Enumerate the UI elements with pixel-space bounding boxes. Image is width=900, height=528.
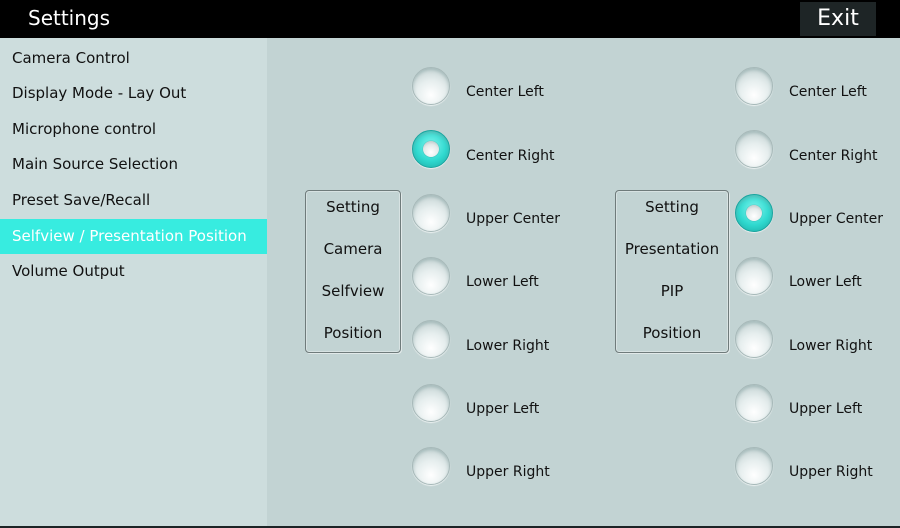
selfview-label-lower-left[interactable]: Lower Left [466, 274, 539, 290]
exit-button[interactable]: Exit [800, 2, 876, 36]
presentation-radio-upper-right[interactable] [735, 447, 773, 485]
presentation-radio-upper-left[interactable] [735, 384, 773, 422]
title-bar: Settings Exit [0, 0, 900, 38]
presentation-box-line: Setting [645, 198, 699, 216]
sidebar-item-microphone-control[interactable]: Microphone control [0, 112, 267, 147]
selfview-radio-center-left[interactable] [412, 67, 450, 105]
selfview-radio-lower-right[interactable] [412, 320, 450, 358]
page-title: Settings [28, 6, 111, 30]
presentation-radio-lower-left[interactable] [735, 257, 773, 295]
selfview-setting-box: Setting Camera Selfview Position [305, 190, 401, 353]
sidebar: Camera Control Display Mode - Lay Out Mi… [0, 38, 267, 526]
selfview-radio-upper-right[interactable] [412, 447, 450, 485]
sidebar-item-display-mode[interactable]: Display Mode - Lay Out [0, 76, 267, 111]
selfview-label-lower-right[interactable]: Lower Right [466, 338, 549, 354]
sidebar-item-main-source-selection[interactable]: Main Source Selection [0, 147, 267, 182]
presentation-label-upper-right[interactable]: Upper Right [789, 464, 873, 480]
sidebar-item-volume-output[interactable]: Volume Output [0, 254, 267, 289]
selfview-box-line: Selfview [321, 282, 385, 300]
selfview-radio-lower-left[interactable] [412, 257, 450, 295]
presentation-radio-center-right[interactable] [735, 130, 773, 168]
presentation-radio-upper-center[interactable] [735, 194, 773, 232]
main-panel: Setting Camera Selfview Position Setting… [267, 38, 900, 526]
presentation-radio-lower-right[interactable] [735, 320, 773, 358]
presentation-label-center-left[interactable]: Center Left [789, 84, 867, 100]
selfview-label-upper-center[interactable]: Upper Center [466, 211, 560, 227]
selfview-radio-upper-center[interactable] [412, 194, 450, 232]
selfview-box-line: Camera [323, 240, 383, 258]
presentation-label-upper-left[interactable]: Upper Left [789, 401, 862, 417]
selfview-label-center-left[interactable]: Center Left [466, 84, 544, 100]
selfview-radio-upper-left[interactable] [412, 384, 450, 422]
presentation-box-line: Presentation [624, 240, 720, 258]
presentation-radio-center-left[interactable] [735, 67, 773, 105]
sidebar-item-camera-control[interactable]: Camera Control [0, 41, 267, 76]
selfview-label-upper-right[interactable]: Upper Right [466, 464, 550, 480]
presentation-label-upper-center[interactable]: Upper Center [789, 211, 883, 227]
presentation-box-line: PIP [660, 282, 684, 300]
presentation-box-line: Position [642, 324, 702, 342]
presentation-setting-box: Setting Presentation PIP Position [615, 190, 729, 353]
presentation-label-lower-right[interactable]: Lower Right [789, 338, 872, 354]
selfview-radio-center-right[interactable] [412, 130, 450, 168]
selfview-box-line: Position [323, 324, 383, 342]
selfview-label-center-right[interactable]: Center Right [466, 148, 554, 164]
presentation-label-center-right[interactable]: Center Right [789, 148, 877, 164]
presentation-label-lower-left[interactable]: Lower Left [789, 274, 862, 290]
sidebar-item-preset-save-recall[interactable]: Preset Save/Recall [0, 183, 267, 218]
selfview-box-line: Setting [326, 198, 380, 216]
selfview-label-upper-left[interactable]: Upper Left [466, 401, 539, 417]
sidebar-item-selfview-presentation-position[interactable]: Selfview / Presentation Position [0, 219, 267, 254]
